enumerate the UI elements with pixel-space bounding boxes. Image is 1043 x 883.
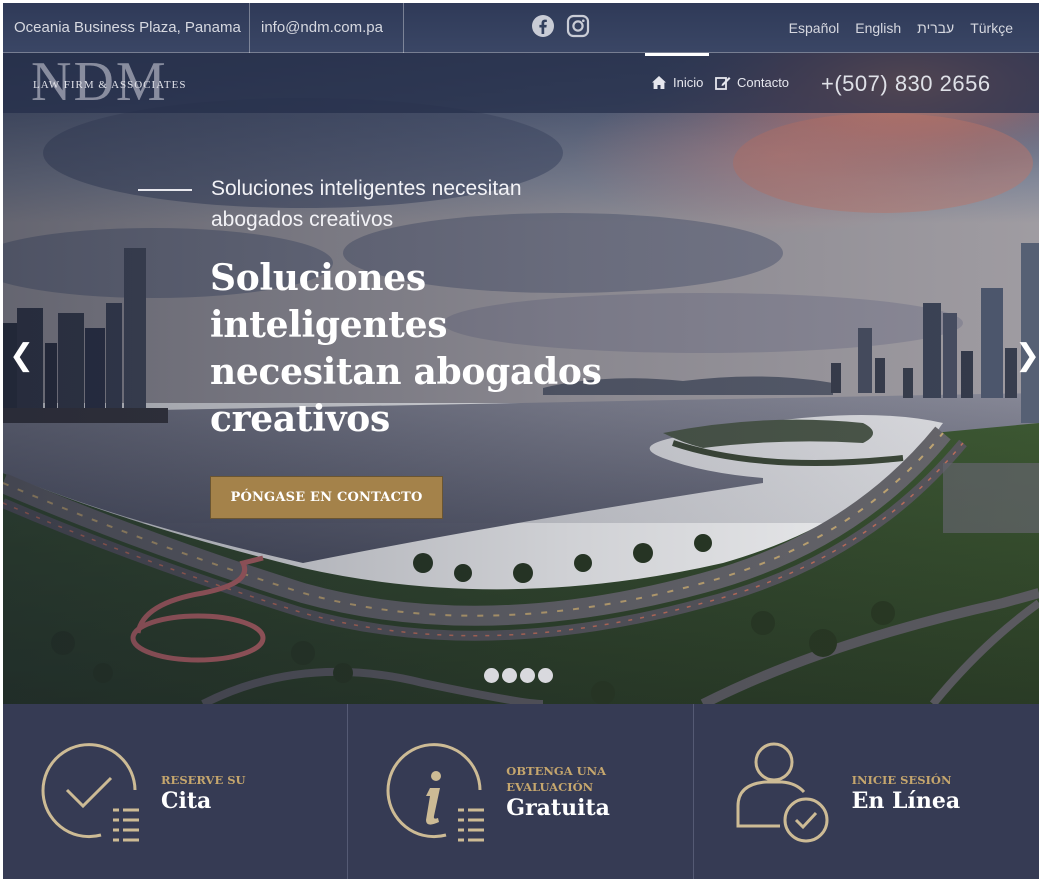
slider-dot[interactable]	[520, 668, 535, 683]
feature-online-login[interactable]: INICIE SESIÓN En Línea	[694, 704, 1039, 879]
facebook-icon[interactable]	[531, 14, 555, 38]
hero-subtitle: Soluciones inteligentes necesitan abogad…	[211, 177, 522, 231]
lang-option-he[interactable]: עברית	[917, 20, 954, 36]
email-link[interactable]: info@ndm.com.pa	[251, 3, 404, 53]
instagram-icon[interactable]	[566, 14, 590, 38]
feature-title: Cita	[161, 788, 212, 814]
top-info-bar: Oceania Business Plaza, Panama info@ndm.…	[3, 3, 1039, 53]
feature-kicker: RESERVE SU	[161, 773, 246, 787]
language-switcher: Español English עברית Türkçe	[789, 3, 1013, 53]
feature-free-evaluation[interactable]: OBTENGA UNA EVALUACIÓN Gratuita	[348, 704, 694, 879]
lang-option-tr[interactable]: Türkçe	[970, 20, 1013, 36]
main-navbar: NDM LAW FIRM & ASSOCIATES Inicio Contact…	[3, 53, 1039, 113]
nav-item-label: Contacto	[737, 75, 790, 90]
info-icon	[386, 743, 485, 842]
slider-dot[interactable]	[484, 668, 499, 683]
calendar-check-icon	[41, 743, 139, 842]
contact-cta-button[interactable]: PÓNGASE EN CONTACTO	[210, 476, 443, 519]
edit-icon	[715, 77, 731, 90]
slider-next-arrow-icon[interactable]: ❯	[1015, 341, 1039, 371]
slider-prev-arrow-icon[interactable]: ❮	[9, 341, 34, 371]
lang-option-en[interactable]: English	[855, 20, 901, 36]
feature-title: En Línea	[851, 788, 961, 814]
nav-item-label: Inicio	[673, 75, 704, 90]
user-check-icon	[736, 742, 829, 843]
home-icon	[652, 76, 666, 89]
slider-dot[interactable]	[538, 668, 553, 683]
logo-tagline: LAW FIRM & ASSOCIATES	[33, 79, 187, 91]
social-links	[531, 14, 590, 38]
feature-kicker: INICIE SESIÓN	[851, 773, 952, 787]
feature-kicker: OBTENGA UNA EVALUACIÓN	[506, 764, 607, 794]
slider-dot[interactable]	[502, 668, 517, 683]
feature-reserve-appointment[interactable]: RESERVE SU Cita	[3, 704, 349, 879]
nav-item-contacto[interactable]: Contacto	[715, 75, 789, 90]
nav-active-indicator	[645, 53, 709, 56]
hero-headline: Soluciones inteligentes necesitan abogad…	[210, 257, 602, 440]
lang-option-es[interactable]: Español	[789, 20, 840, 36]
nav-item-inicio[interactable]: Inicio	[651, 75, 703, 90]
feature-title: Gratuita	[506, 795, 610, 821]
site-logo[interactable]: NDM LAW FIRM & ASSOCIATES	[31, 53, 201, 111]
page-frame: Soluciones inteligentes necesitan abogad…	[3, 3, 1039, 879]
features-bar: RESERVE SU Cita OBTENGA UNA EVALUACIÓN G…	[3, 704, 1039, 879]
subtitle-rule	[138, 189, 192, 191]
slider-pagination	[484, 668, 553, 683]
phone-number[interactable]: +(507) 830 2656	[821, 71, 991, 97]
address-text: Oceania Business Plaza, Panama	[3, 3, 250, 53]
